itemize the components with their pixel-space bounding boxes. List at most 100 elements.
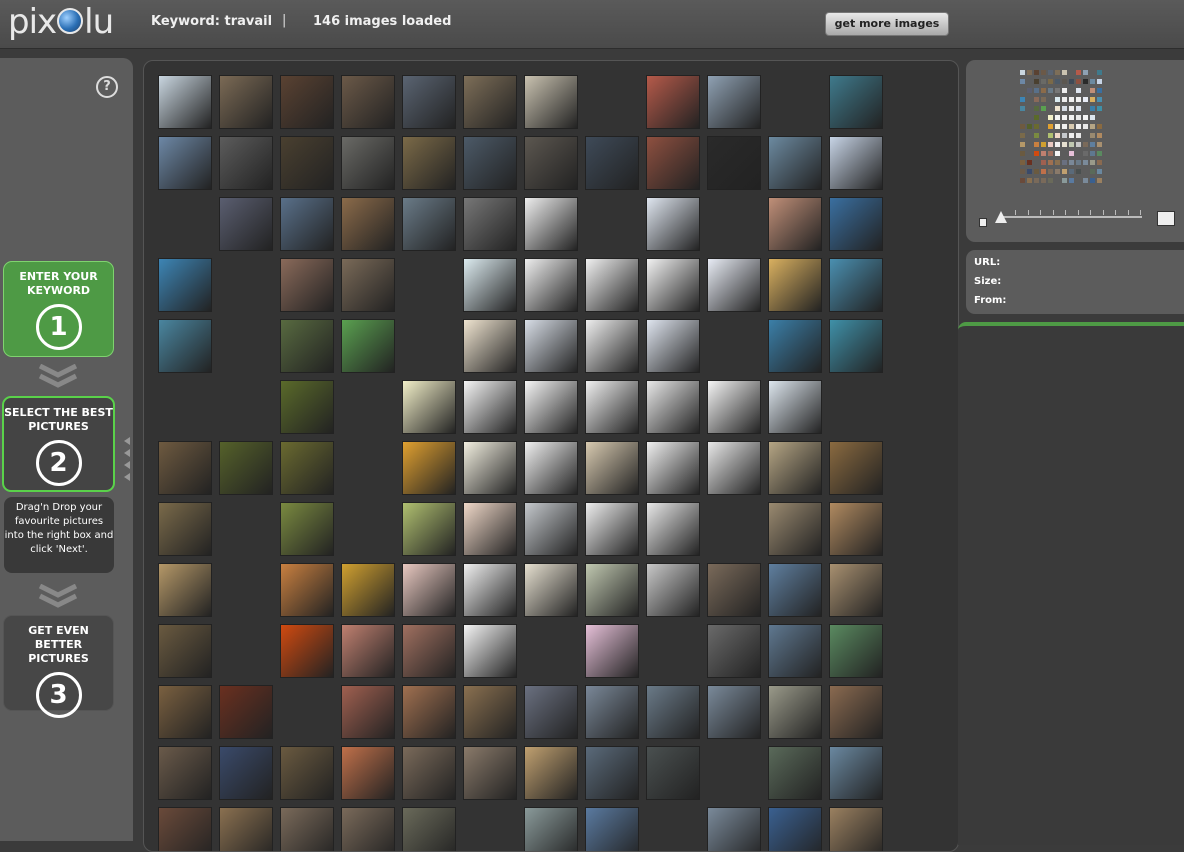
image-thumbnail[interactable]	[585, 319, 639, 373]
image-thumbnail[interactable]	[585, 136, 639, 190]
image-thumbnail[interactable]	[280, 197, 334, 251]
image-thumbnail[interactable]	[646, 136, 700, 190]
image-thumbnail[interactable]	[463, 258, 517, 312]
image-thumbnail[interactable]	[829, 685, 883, 739]
image-thumbnail[interactable]	[463, 502, 517, 556]
image-thumbnail[interactable]	[768, 807, 822, 851]
get-more-images-button[interactable]: get more images	[825, 12, 949, 36]
image-thumbnail[interactable]	[524, 136, 578, 190]
image-thumbnail[interactable]	[646, 319, 700, 373]
zoom-slider-handle[interactable]	[995, 211, 1007, 223]
image-thumbnail[interactable]	[463, 319, 517, 373]
image-thumbnail[interactable]	[768, 502, 822, 556]
image-thumbnail[interactable]	[646, 746, 700, 800]
image-thumbnail[interactable]	[829, 136, 883, 190]
image-thumbnail[interactable]	[158, 136, 212, 190]
image-thumbnail[interactable]	[280, 441, 334, 495]
image-thumbnail[interactable]	[158, 441, 212, 495]
image-thumbnail[interactable]	[158, 807, 212, 851]
image-thumbnail[interactable]	[524, 380, 578, 434]
pixolu-logo[interactable]: pix lu	[8, 2, 114, 42]
image-thumbnail[interactable]	[768, 563, 822, 617]
image-thumbnail[interactable]	[707, 563, 761, 617]
image-thumbnail[interactable]	[463, 746, 517, 800]
image-thumbnail[interactable]	[646, 380, 700, 434]
image-thumbnail[interactable]	[219, 746, 273, 800]
image-thumbnail[interactable]	[524, 685, 578, 739]
image-thumbnail[interactable]	[463, 197, 517, 251]
image-thumbnail[interactable]	[158, 563, 212, 617]
image-thumbnail[interactable]	[158, 624, 212, 678]
small-thumbnail-icon[interactable]	[979, 218, 987, 227]
image-thumbnail[interactable]	[280, 136, 334, 190]
image-thumbnail[interactable]	[158, 502, 212, 556]
image-thumbnail[interactable]	[524, 441, 578, 495]
image-thumbnail[interactable]	[219, 441, 273, 495]
step-select-best-pictures[interactable]: SELECT THE BEST PICTURES 2	[2, 396, 115, 492]
image-thumbnail[interactable]	[829, 502, 883, 556]
image-thumbnail[interactable]	[341, 136, 395, 190]
image-thumbnail[interactable]	[585, 746, 639, 800]
image-thumbnail[interactable]	[768, 136, 822, 190]
image-thumbnail[interactable]	[280, 502, 334, 556]
image-thumbnail[interactable]	[768, 441, 822, 495]
image-thumbnail[interactable]	[585, 685, 639, 739]
image-thumbnail[interactable]	[158, 258, 212, 312]
image-thumbnail[interactable]	[402, 746, 456, 800]
image-thumbnail[interactable]	[646, 563, 700, 617]
image-thumbnail[interactable]	[463, 75, 517, 129]
image-thumbnail[interactable]	[463, 624, 517, 678]
image-thumbnail[interactable]	[402, 624, 456, 678]
image-thumbnail[interactable]	[402, 75, 456, 129]
image-thumbnail[interactable]	[524, 319, 578, 373]
image-thumbnail[interactable]	[707, 75, 761, 129]
image-thumbnail[interactable]	[524, 75, 578, 129]
image-thumbnail[interactable]	[341, 685, 395, 739]
image-thumbnail[interactable]	[829, 563, 883, 617]
image-thumbnail[interactable]	[707, 258, 761, 312]
image-thumbnail[interactable]	[646, 258, 700, 312]
image-thumbnail[interactable]	[768, 197, 822, 251]
image-thumbnail[interactable]	[158, 319, 212, 373]
image-thumbnail[interactable]	[402, 441, 456, 495]
image-thumbnail[interactable]	[280, 563, 334, 617]
image-thumbnail[interactable]	[402, 685, 456, 739]
image-thumbnail[interactable]	[646, 685, 700, 739]
image-thumbnail[interactable]	[524, 197, 578, 251]
image-thumbnail[interactable]	[524, 563, 578, 617]
zoom-slider-track[interactable]	[1000, 216, 1142, 218]
help-icon[interactable]: ?	[96, 76, 118, 98]
image-thumbnail[interactable]	[280, 746, 334, 800]
image-thumbnail[interactable]	[402, 136, 456, 190]
image-thumbnail[interactable]	[463, 380, 517, 434]
image-thumbnail[interactable]	[829, 807, 883, 851]
image-thumbnail[interactable]	[280, 75, 334, 129]
image-thumbnail[interactable]	[402, 563, 456, 617]
image-thumbnail[interactable]	[341, 807, 395, 851]
image-thumbnail[interactable]	[341, 624, 395, 678]
image-thumbnail[interactable]	[341, 563, 395, 617]
image-thumbnail[interactable]	[280, 380, 334, 434]
large-thumbnail-icon[interactable]	[1157, 211, 1175, 226]
image-thumbnail[interactable]	[463, 136, 517, 190]
image-thumbnail[interactable]	[402, 380, 456, 434]
image-thumbnail[interactable]	[646, 441, 700, 495]
image-thumbnail[interactable]	[768, 746, 822, 800]
image-thumbnail[interactable]	[280, 807, 334, 851]
step-get-better-pictures[interactable]: GET EVEN BETTER PICTURES 3	[3, 615, 114, 718]
image-thumbnail[interactable]	[402, 197, 456, 251]
image-thumbnail[interactable]	[463, 441, 517, 495]
image-thumbnail[interactable]	[463, 563, 517, 617]
image-thumbnail[interactable]	[768, 319, 822, 373]
image-thumbnail[interactable]	[707, 380, 761, 434]
image-thumbnail[interactable]	[829, 441, 883, 495]
image-thumbnail[interactable]	[707, 441, 761, 495]
image-thumbnail[interactable]	[280, 624, 334, 678]
image-thumbnail[interactable]	[646, 502, 700, 556]
image-thumbnail[interactable]	[219, 685, 273, 739]
step-enter-keyword[interactable]: ENTER YOUR KEYWORD 1	[3, 261, 114, 357]
image-thumbnail[interactable]	[585, 807, 639, 851]
image-thumbnail[interactable]	[829, 258, 883, 312]
image-thumbnail[interactable]	[463, 685, 517, 739]
image-thumbnail[interactable]	[524, 746, 578, 800]
